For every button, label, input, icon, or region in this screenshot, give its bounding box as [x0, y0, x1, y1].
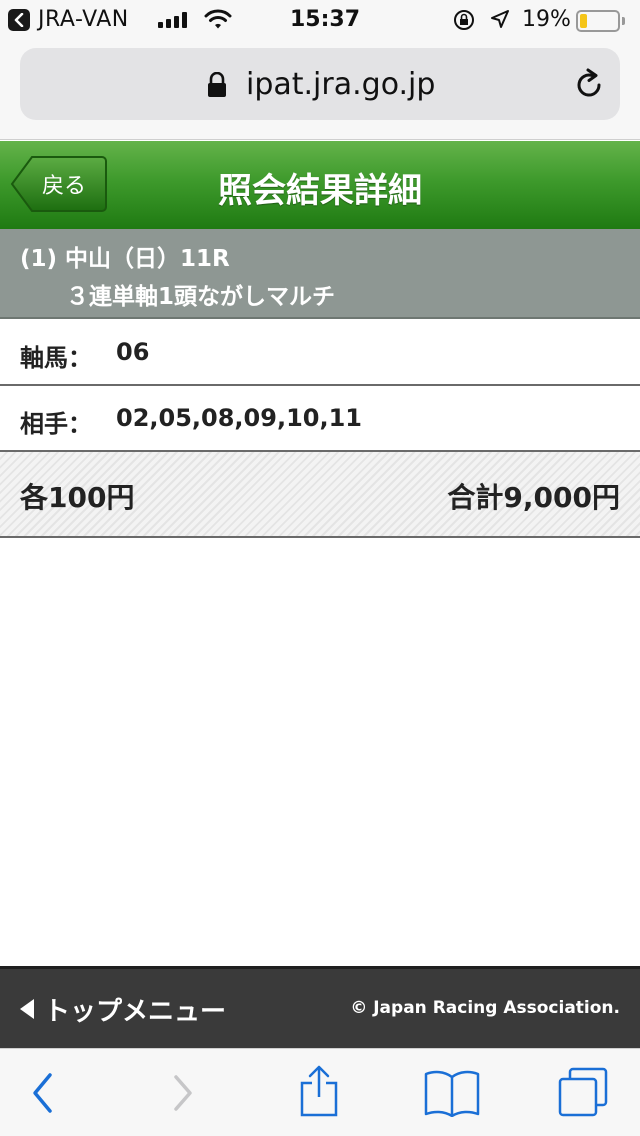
- battery-tip: [622, 17, 625, 25]
- battery-icon: [576, 10, 620, 32]
- race-name: (1) 中山（日）11R: [20, 246, 230, 272]
- tabs-icon[interactable]: [558, 1067, 608, 1121]
- browser-address-area: ipat.jra.go.jp: [0, 40, 640, 140]
- amount-each: 各100円: [20, 481, 135, 514]
- url-text: ipat.jra.go.jp: [246, 67, 436, 102]
- location-icon: [490, 9, 510, 35]
- address-bar[interactable]: ipat.jra.go.jp: [20, 48, 620, 120]
- forward-icon[interactable]: [170, 1071, 196, 1119]
- battery-percent: 19%: [522, 7, 571, 32]
- triangle-left-icon: [20, 999, 34, 1019]
- back-icon[interactable]: [30, 1071, 56, 1119]
- orientation-lock-icon: [452, 9, 476, 37]
- signal-icon: [158, 12, 187, 28]
- partner-horses-label: 相手：: [20, 410, 92, 438]
- share-icon[interactable]: [298, 1065, 340, 1121]
- wifi-icon: [204, 8, 232, 36]
- copyright: © Japan Racing Association.: [350, 998, 620, 1018]
- axis-horse-value: 06: [116, 338, 150, 366]
- back-to-app-icon[interactable]: [8, 9, 30, 31]
- page-title: 照会結果詳細: [218, 171, 422, 211]
- top-menu-label: トップメニュー: [44, 996, 227, 1027]
- status-bar: JRA-VAN 15:37 19%: [0, 0, 640, 40]
- reload-icon[interactable]: [572, 68, 606, 106]
- carrier-name: JRA-VAN: [38, 7, 129, 32]
- bet-type: ３連単軸1頭ながしマルチ: [66, 284, 336, 310]
- race-info: (1) 中山（日）11R ３連単軸1頭ながしマルチ: [0, 229, 640, 319]
- lock-icon: [206, 71, 228, 102]
- partner-horses-row: 相手： 02,05,08,09,10,11: [0, 386, 640, 452]
- amount-total: 合計9,000円: [447, 481, 620, 514]
- browser-toolbar: [0, 1048, 640, 1136]
- top-menu-link[interactable]: トップメニュー: [18, 991, 226, 1027]
- battery-fill: [580, 14, 587, 28]
- page-header: 戻る 照会結果詳細: [0, 141, 640, 229]
- page-footer: トップメニュー © Japan Racing Association.: [0, 966, 640, 1048]
- bookmarks-icon[interactable]: [424, 1069, 480, 1121]
- clock: 15:37: [290, 7, 361, 32]
- amount-summary: 各100円 合計9,000円: [0, 452, 640, 538]
- axis-horse-label: 軸馬：: [20, 344, 92, 372]
- partner-horses-value: 02,05,08,09,10,11: [116, 404, 362, 432]
- axis-horse-row: 軸馬： 06: [0, 320, 640, 386]
